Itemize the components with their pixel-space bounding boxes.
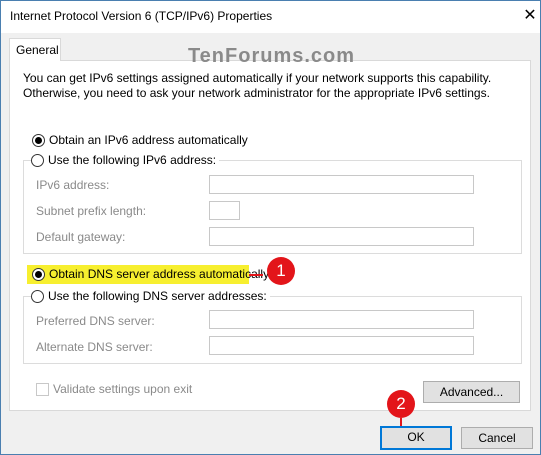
validate-label: Validate settings upon exit [53, 382, 193, 396]
close-icon[interactable]: ✕ [519, 5, 541, 27]
ipv6-address-field[interactable] [209, 175, 474, 194]
radio-unselected-icon [31, 153, 44, 167]
dns-auto-radio[interactable]: Obtain DNS server address automatically [32, 266, 269, 282]
dns-manual-radio[interactable]: Use the following DNS server addresses: [31, 288, 270, 304]
dns-auto-label: Obtain DNS server address automatically [49, 267, 270, 281]
ip-auto-label: Obtain an IPv6 address automatically [49, 133, 248, 147]
alternate-dns-field[interactable] [209, 336, 474, 355]
tab-general-label: General [16, 43, 59, 57]
ok-button[interactable]: OK [380, 426, 452, 450]
preferred-dns-label: Preferred DNS server: [36, 314, 155, 328]
checkbox-icon [36, 382, 49, 396]
ip-manual-radio[interactable]: Use the following IPv6 address: [31, 152, 220, 168]
ip-auto-radio[interactable]: Obtain an IPv6 address automatically [32, 132, 248, 148]
title-bar: Internet Protocol Version 6 (TCP/IPv6) P… [1, 1, 540, 33]
alternate-dns-label: Alternate DNS server: [36, 340, 153, 354]
default-gateway-field[interactable] [209, 227, 474, 246]
preferred-dns-field[interactable] [209, 310, 474, 329]
annotation-badge-2: 2 [387, 390, 415, 418]
window-title: Internet Protocol Version 6 (TCP/IPv6) P… [10, 9, 273, 23]
dns-manual-label: Use the following DNS server addresses: [48, 289, 267, 303]
annotation-badge-1: 1 [267, 257, 295, 285]
default-gateway-label: Default gateway: [36, 230, 126, 244]
cancel-button[interactable]: Cancel [461, 427, 533, 449]
annotation-1-pointer [249, 274, 263, 276]
subnet-prefix-field[interactable] [209, 201, 240, 220]
ipv6-address-label: IPv6 address: [36, 178, 110, 192]
watermark: TenForums.com [187, 45, 356, 67]
tab-general[interactable]: General [9, 38, 61, 61]
advanced-button[interactable]: Advanced... [423, 381, 520, 403]
radio-unselected-icon [31, 289, 44, 303]
subnet-prefix-label: Subnet prefix length: [36, 204, 147, 218]
radio-selected-icon [32, 133, 45, 147]
ip-manual-label: Use the following IPv6 address: [48, 153, 217, 167]
validate-checkbox[interactable]: Validate settings upon exit [36, 381, 192, 397]
radio-selected-icon [32, 267, 45, 281]
description-text: You can get IPv6 settings assigned autom… [23, 71, 492, 100]
dialog-window: Internet Protocol Version 6 (TCP/IPv6) P… [0, 0, 541, 455]
